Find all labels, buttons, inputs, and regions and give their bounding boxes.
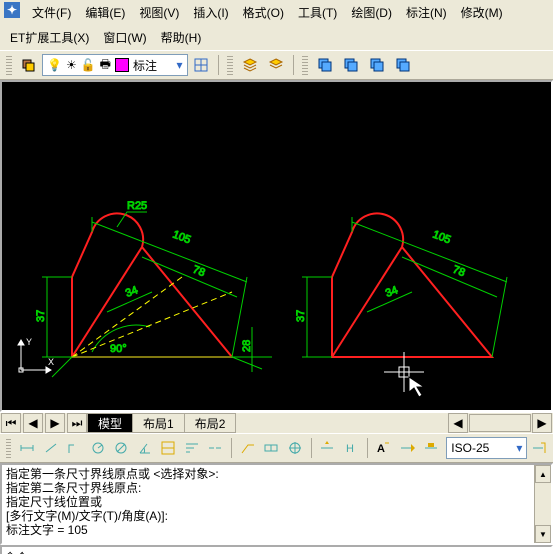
dim-style-button-a[interactable]: A bbox=[373, 436, 395, 460]
scroll-left-button[interactable]: ◀ bbox=[448, 413, 468, 433]
svg-text:90°: 90° bbox=[110, 343, 127, 355]
blue-stack-icon-4[interactable] bbox=[391, 53, 415, 77]
dim-radius-button[interactable] bbox=[87, 436, 109, 460]
menu-format[interactable]: 格式(O) bbox=[237, 2, 290, 23]
layer-color-swatch bbox=[115, 58, 129, 72]
tab-next-button[interactable]: ▶ bbox=[45, 413, 65, 433]
svg-text:37: 37 bbox=[35, 310, 47, 322]
chevron-down-icon: ▾ bbox=[516, 441, 522, 455]
svg-text:34: 34 bbox=[124, 284, 140, 299]
separator bbox=[293, 55, 294, 75]
svg-text:Y: Y bbox=[26, 337, 32, 347]
toolbar-grip[interactable] bbox=[6, 55, 12, 75]
toolbar-grip[interactable] bbox=[227, 55, 233, 75]
dimstyle-name: ISO-25 bbox=[451, 441, 489, 455]
menu-ext[interactable]: ET扩展工具(X) bbox=[4, 27, 95, 48]
left-figure: R25 105 78 34 37 28 90° bbox=[32, 177, 282, 397]
blue-stack-icon-1[interactable] bbox=[313, 53, 337, 77]
dimstyle-dropdown[interactable]: ISO-25 ▾ bbox=[446, 437, 527, 459]
scroll-thumb[interactable] bbox=[535, 483, 551, 525]
toolbar-grip[interactable] bbox=[302, 55, 308, 75]
dim-angular-button[interactable] bbox=[134, 436, 156, 460]
dim-diameter-button[interactable] bbox=[111, 436, 133, 460]
menu-window[interactable]: 窗口(W) bbox=[97, 27, 152, 48]
sun-icon: ☀ bbox=[66, 58, 77, 72]
dim-tedit-button[interactable]: H bbox=[340, 436, 362, 460]
layer-manager-button[interactable] bbox=[17, 53, 41, 77]
svg-text:A: A bbox=[377, 443, 385, 455]
svg-text:105: 105 bbox=[171, 229, 192, 247]
menu-insert[interactable]: 插入(I) bbox=[187, 2, 234, 23]
blue-stack-icon-2[interactable] bbox=[339, 53, 363, 77]
toolbar-grip[interactable] bbox=[6, 438, 11, 458]
dim-ordinate-button[interactable] bbox=[63, 436, 85, 460]
dim-baseline-button[interactable] bbox=[181, 436, 203, 460]
tab-first-button[interactable]: ⏮ bbox=[1, 413, 21, 433]
ucs-icon: X Y bbox=[16, 335, 56, 375]
lock-icon: 🔓 bbox=[81, 58, 96, 72]
svg-text:105: 105 bbox=[431, 229, 452, 247]
plot-icon: 🖶 bbox=[100, 55, 111, 76]
menu-tools[interactable]: 工具(T) bbox=[292, 2, 343, 23]
separator bbox=[367, 438, 368, 458]
scroll-down-button[interactable]: ▼ bbox=[535, 525, 551, 543]
dim-continue-button[interactable] bbox=[205, 436, 227, 460]
tab-model[interactable]: 模型 bbox=[87, 413, 133, 433]
dim-aligned-button[interactable] bbox=[40, 436, 62, 460]
svg-text:37: 37 bbox=[295, 310, 307, 322]
separator bbox=[231, 438, 232, 458]
layer-states-button[interactable] bbox=[189, 53, 213, 77]
command-history: 指定第一条尺寸界线原点或 <选择对象>: 指定第二条尺寸界线原点: 指定尺寸线位… bbox=[2, 465, 534, 543]
layer-dropdown[interactable]: 💡 ☀ 🔓 🖶 标注 ▾ bbox=[42, 54, 188, 76]
command-prompt-label: 命令: bbox=[2, 549, 33, 554]
dim-update-button[interactable] bbox=[396, 436, 418, 460]
menu-view[interactable]: 视图(V) bbox=[133, 2, 185, 23]
drawing-canvas[interactable]: R25 105 78 34 37 28 90° bbox=[2, 82, 551, 410]
separator bbox=[218, 55, 219, 75]
layers-icon-button-2[interactable] bbox=[264, 53, 288, 77]
scroll-right-button[interactable]: ▶ bbox=[532, 413, 552, 433]
menu-draw[interactable]: 绘图(D) bbox=[345, 2, 398, 23]
blue-stack-icon-3[interactable] bbox=[365, 53, 389, 77]
tab-last-button[interactable]: ⏭ bbox=[67, 413, 87, 433]
layer-name: 标注 bbox=[133, 57, 157, 74]
svg-text:X: X bbox=[48, 357, 54, 367]
layers-icon-button[interactable] bbox=[238, 53, 262, 77]
hscroll-track[interactable] bbox=[469, 414, 531, 432]
tab-layout2[interactable]: 布局2 bbox=[184, 413, 237, 433]
dim-edit-button[interactable] bbox=[317, 436, 339, 460]
right-figure: 105 78 34 37 bbox=[292, 177, 542, 397]
app-icon: ✦ bbox=[4, 2, 20, 18]
scroll-up-button[interactable]: ▲ bbox=[535, 465, 551, 483]
dim-linear-button[interactable] bbox=[16, 436, 38, 460]
menu-help[interactable]: 帮助(H) bbox=[155, 27, 208, 48]
menu-edit[interactable]: 编辑(E) bbox=[79, 2, 131, 23]
tab-layout1[interactable]: 布局1 bbox=[132, 413, 185, 433]
dim-style-manager-button[interactable] bbox=[528, 436, 550, 460]
cmd-vscroll[interactable]: ▲ ▼ bbox=[534, 465, 551, 543]
center-mark-button[interactable] bbox=[284, 436, 306, 460]
dim-quick-button[interactable] bbox=[158, 436, 180, 460]
qleader-button[interactable] bbox=[237, 436, 259, 460]
separator bbox=[311, 438, 312, 458]
tab-prev-button[interactable]: ◀ bbox=[23, 413, 43, 433]
svg-text:H: H bbox=[346, 443, 354, 455]
command-input[interactable] bbox=[33, 550, 551, 554]
tolerance-button[interactable] bbox=[261, 436, 283, 460]
menu-dim[interactable]: 标注(N) bbox=[400, 2, 453, 23]
svg-text:R25: R25 bbox=[127, 200, 147, 212]
svg-text:28: 28 bbox=[241, 340, 253, 352]
bulb-icon: 💡 bbox=[47, 58, 62, 72]
dim-override-button[interactable] bbox=[420, 436, 442, 460]
chevron-down-icon: ▾ bbox=[176, 58, 182, 72]
menu-file[interactable]: 文件(F) bbox=[26, 2, 77, 23]
menu-modify[interactable]: 修改(M) bbox=[455, 2, 509, 23]
svg-text:34: 34 bbox=[384, 284, 400, 299]
